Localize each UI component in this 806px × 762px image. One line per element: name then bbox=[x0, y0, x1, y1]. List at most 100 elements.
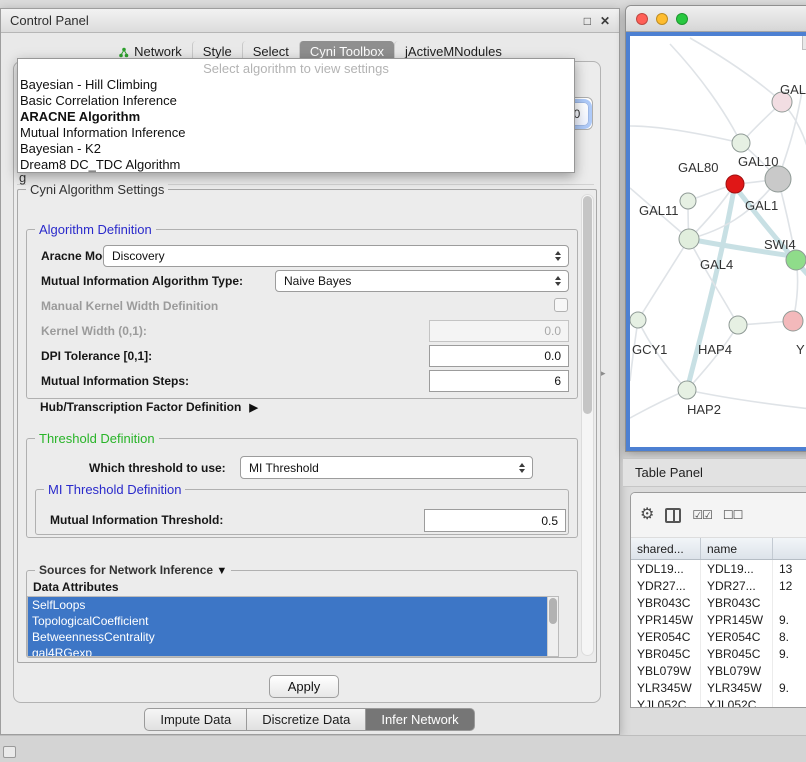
tab-discretize-data[interactable]: Discretize Data bbox=[246, 708, 366, 731]
column-browser-icon[interactable] bbox=[665, 508, 681, 523]
attribute-item[interactable]: BetweennessCentrality bbox=[28, 629, 558, 645]
table-panel-header: Table Panel bbox=[623, 458, 806, 487]
panel-splitter-icon[interactable]: ▸ bbox=[601, 368, 606, 379]
table-header-row: shared... name bbox=[631, 538, 806, 560]
table-window: ⚙ ☑☑ ☐☐ shared... name YDL19...YDL19...1… bbox=[630, 492, 806, 708]
mi-threshold-definition-group: MI Threshold Definition Mutual Informati… bbox=[35, 489, 569, 535]
kernel-width-field[interactable]: 0.0 bbox=[429, 320, 569, 342]
attribute-item[interactable]: gal4RGexp bbox=[28, 645, 558, 657]
node-label: GCY1 bbox=[632, 342, 667, 357]
node-label: GAL4 bbox=[700, 257, 733, 272]
network-window-titlebar[interactable] bbox=[626, 6, 806, 32]
tab-infer-network[interactable]: Infer Network bbox=[365, 708, 474, 731]
cyni-algorithm-settings-group: Cyni Algorithm Settings Algorithm Defini… bbox=[17, 189, 597, 663]
table-row[interactable]: YDR27...YDR27...12 bbox=[631, 577, 806, 594]
table-row[interactable]: YLR345WYLR345W9. bbox=[631, 679, 806, 696]
table-row[interactable]: YBR043CYBR043C bbox=[631, 594, 806, 611]
attribute-item[interactable]: SelfLoops bbox=[28, 597, 558, 613]
node-label: GAL bbox=[780, 82, 806, 97]
zoom-traffic-light[interactable] bbox=[676, 13, 688, 25]
dropdown-item[interactable]: Bayesian - Hill Climbing bbox=[18, 77, 574, 93]
table-panel-title: Table Panel bbox=[635, 465, 703, 480]
hub-definition-disclosure[interactable]: Hub/Transcription Factor Definition ▶ bbox=[40, 400, 258, 414]
combo-arrows-icon bbox=[555, 251, 561, 261]
node-label: GAL10 bbox=[738, 154, 778, 169]
screen: Control Panel □ ✕ Network Style Select C… bbox=[0, 0, 806, 762]
table-row[interactable]: YPR145WYPR145W9. bbox=[631, 611, 806, 628]
table-row[interactable]: YER054CYER054C8. bbox=[631, 628, 806, 645]
mi-algorithm-type-combo[interactable]: Naive Bayes bbox=[275, 270, 569, 292]
node[interactable] bbox=[732, 134, 750, 152]
close-traffic-light[interactable] bbox=[636, 13, 648, 25]
float-window-icon[interactable]: □ bbox=[584, 14, 591, 28]
deselect-all-icon[interactable]: ☐☐ bbox=[723, 509, 743, 521]
node-gal4[interactable] bbox=[679, 229, 699, 249]
node-hap2[interactable] bbox=[678, 381, 696, 399]
which-threshold-label: Which threshold to use: bbox=[89, 461, 226, 475]
settings-group-title: Cyni Algorithm Settings bbox=[26, 182, 168, 197]
mi-algorithm-type-label: Mutual Information Algorithm Type: bbox=[41, 274, 243, 288]
dpi-tolerance-field[interactable]: 0.0 bbox=[429, 345, 569, 367]
settings-scrollbar-thumb[interactable] bbox=[583, 196, 592, 414]
node[interactable] bbox=[786, 250, 806, 270]
node[interactable] bbox=[729, 316, 747, 334]
attributes-scrollbar-thumb[interactable] bbox=[549, 598, 557, 624]
threshold-definition-title: Threshold Definition bbox=[35, 431, 159, 446]
manual-kernel-width-checkbox[interactable] bbox=[554, 298, 568, 312]
dropdown-item-aracne[interactable]: ARACNE Algorithm bbox=[18, 109, 574, 125]
dropdown-placeholder: Select algorithm to view settings bbox=[18, 61, 574, 77]
node-selected-red[interactable] bbox=[726, 175, 744, 193]
table-toolbar: ⚙ ☑☑ ☐☐ bbox=[631, 493, 806, 538]
window-title: Control Panel bbox=[10, 13, 89, 28]
dock-widget-icon[interactable] bbox=[3, 746, 16, 758]
dropdown-item[interactable]: Dream8 DC_TDC Algorithm bbox=[18, 157, 574, 173]
node[interactable] bbox=[680, 193, 696, 209]
table-body: YDL19...YDL19...13 YDR27...YDR27...12 YB… bbox=[631, 560, 806, 708]
node-label: SWI4 bbox=[764, 237, 796, 252]
select-all-icon[interactable]: ☑☑ bbox=[692, 509, 712, 521]
close-window-icon[interactable]: ✕ bbox=[600, 14, 610, 28]
dpi-tolerance-label: DPI Tolerance [0,1]: bbox=[41, 349, 152, 363]
minimize-traffic-light[interactable] bbox=[656, 13, 668, 25]
column-header-shared[interactable]: shared... bbox=[631, 538, 701, 559]
node-label: GAL11 bbox=[639, 203, 679, 218]
mi-threshold-label: Mutual Information Threshold: bbox=[50, 513, 223, 527]
node-label: Y bbox=[796, 342, 805, 357]
mi-steps-label: Mutual Information Steps: bbox=[41, 374, 189, 388]
gear-icon[interactable]: ⚙ bbox=[640, 507, 654, 523]
table-row[interactable]: YJL052CYJL052C bbox=[631, 696, 806, 708]
dropdown-item[interactable]: Bayesian - K2 bbox=[18, 141, 574, 157]
table-row[interactable]: YDL19...YDL19...13 bbox=[631, 560, 806, 577]
node-gal10[interactable] bbox=[765, 166, 791, 192]
column-header[interactable] bbox=[773, 538, 806, 559]
aracne-mode-combo[interactable]: Discovery bbox=[103, 245, 569, 267]
tab-impute-data[interactable]: Impute Data bbox=[144, 708, 247, 731]
algorithm-dropdown-popup: Select algorithm to view settings Bayesi… bbox=[17, 58, 575, 173]
apply-button[interactable]: Apply bbox=[269, 675, 339, 698]
combo-arrows-icon bbox=[555, 276, 561, 286]
attribute-item[interactable]: TopologicalCoefficient bbox=[28, 613, 558, 629]
column-header-name[interactable]: name bbox=[701, 538, 773, 559]
sources-disclosure[interactable]: Sources for Network Inference ▼ bbox=[35, 563, 231, 577]
collapsed-arrow-icon[interactable]: ▶ bbox=[249, 401, 257, 414]
dropdown-item[interactable]: Basic Correlation Inference bbox=[18, 93, 574, 109]
data-attributes-label: Data Attributes bbox=[33, 580, 119, 594]
control-panel-titlebar[interactable]: Control Panel □ ✕ bbox=[1, 9, 619, 33]
control-panel-window: Control Panel □ ✕ Network Style Select C… bbox=[0, 8, 620, 735]
dropdown-item[interactable]: Mutual Information Inference bbox=[18, 125, 574, 141]
which-threshold-combo[interactable]: MI Threshold bbox=[240, 456, 533, 479]
data-attributes-list: SelfLoops TopologicalCoefficient Between… bbox=[27, 596, 559, 657]
node[interactable] bbox=[630, 312, 646, 328]
kernel-width-label: Kernel Width (0,1): bbox=[41, 324, 147, 338]
expanded-arrow-icon[interactable]: ▼ bbox=[216, 565, 227, 577]
sources-group: Sources for Network Inference ▼ Data Att… bbox=[26, 570, 578, 658]
mi-threshold-field[interactable]: 0.5 bbox=[424, 509, 566, 532]
bottom-strip bbox=[0, 735, 806, 762]
table-row[interactable]: YBR045CYBR045C9. bbox=[631, 645, 806, 662]
node-label: GAL1 bbox=[745, 198, 778, 213]
table-row[interactable]: YBL079WYBL079W bbox=[631, 662, 806, 679]
scrollbar-corner bbox=[802, 36, 806, 50]
node[interactable] bbox=[783, 311, 803, 331]
mi-steps-field[interactable]: 6 bbox=[429, 370, 569, 392]
network-canvas[interactable]: GAL GAL80 GAL10 GAL1 GAL11 SWI4 GAL4 GCY… bbox=[626, 32, 806, 451]
